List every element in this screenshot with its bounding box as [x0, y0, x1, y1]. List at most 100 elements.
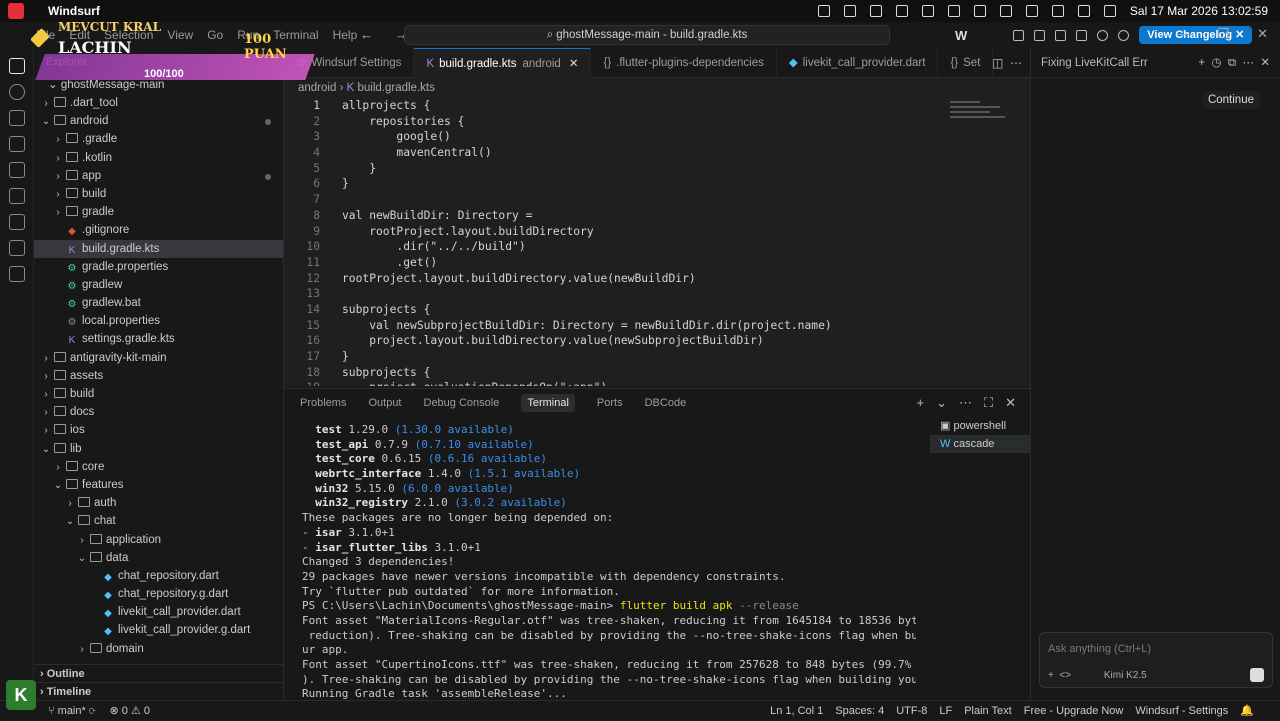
add-context-icon[interactable]: + [1048, 670, 1054, 681]
more-actions-icon[interactable]: ⋯ [1242, 57, 1254, 69]
outline-section[interactable]: › Outline [34, 664, 284, 682]
tree-folder[interactable]: › ios [34, 421, 283, 439]
editor-tab[interactable]: Kbuild.gradle.kts android ✕ [414, 48, 592, 78]
microphone-icon[interactable] [869, 5, 882, 17]
cloud-icon[interactable] [817, 5, 830, 17]
more-actions-icon[interactable]: ⋯ [959, 395, 972, 411]
conversation-title[interactable]: Fixing LiveKitCall Err [1041, 57, 1148, 69]
tree-folder[interactable]: › assets [34, 367, 283, 385]
menu-item-help[interactable]: Help [333, 28, 358, 42]
send-icon[interactable] [1250, 668, 1264, 682]
tree-file[interactable]: ⚙ local.properties [34, 312, 283, 330]
bluetooth-icon[interactable] [895, 5, 908, 17]
cursor-position[interactable]: Ln 1, Col 1 [770, 701, 823, 721]
tree-file[interactable]: ◆ .gitignore [34, 221, 283, 239]
branch-status[interactable]: ⑂ main* ⟳ [48, 701, 95, 721]
extensions-icon[interactable] [8, 136, 25, 152]
tree-file[interactable]: ⚙ gradlew.bat [34, 294, 283, 312]
menu-item-view[interactable]: View [167, 28, 193, 42]
panel-tab-ports[interactable]: Ports [597, 397, 623, 409]
code-icon[interactable]: <> [1059, 670, 1071, 681]
tree-file[interactable]: ◆ chat_repository.g.dart [34, 585, 283, 603]
database-icon[interactable] [8, 266, 25, 282]
explorer-icon[interactable] [8, 58, 25, 74]
tree-folder[interactable]: › docs [34, 403, 283, 421]
menu-item-file[interactable]: File [36, 28, 55, 42]
tree-folder[interactable]: › .gradle [34, 130, 283, 148]
encoding[interactable]: UTF-8 [896, 701, 927, 721]
menu-item-terminal[interactable]: Terminal [273, 28, 318, 42]
close-icon[interactable]: ✕ [1260, 57, 1270, 69]
layout-icon[interactable] [1076, 29, 1088, 41]
close-tab-icon[interactable]: ✕ [569, 58, 579, 70]
close-panel-icon[interactable]: ✕ [1005, 395, 1016, 411]
terminal-dropdown-icon[interactable]: ⌄ [936, 395, 947, 411]
search-icon[interactable] [8, 84, 25, 100]
tree-file[interactable]: ◆ livekit_call_provider.g.dart [34, 621, 283, 639]
problems-status[interactable]: ⊗ 0 ⚠ 0 [109, 701, 150, 721]
terminal-instance-cascade[interactable]: W cascade [930, 435, 1030, 453]
editor-tab[interactable]: {} .flutter-plugins-dependencies [591, 48, 777, 78]
tree-folder[interactable]: › .dart_tool [34, 94, 283, 112]
tree-folder[interactable]: › build [34, 385, 283, 403]
tree-folder[interactable]: › auth [34, 494, 283, 512]
tree-folder[interactable]: › application [34, 531, 283, 549]
run-debug-icon[interactable] [8, 162, 25, 178]
tree-folder[interactable]: › .kotlin [34, 149, 283, 167]
source-control-icon[interactable] [8, 110, 25, 126]
upgrade-link[interactable]: Free - Upgrade Now [1024, 701, 1124, 721]
tree-folder[interactable]: › antigravity-kit-main [34, 349, 283, 367]
panel-tab-dbcode[interactable]: DBCode [645, 397, 687, 409]
tree-folder[interactable]: ⌄ chat [34, 512, 283, 530]
share-icon[interactable] [843, 5, 856, 17]
terminal-output[interactable]: test 1.29.0 (1.30.0 available) test_api … [302, 423, 916, 703]
more-actions-icon[interactable]: ⋯ [1010, 56, 1022, 70]
tree-file[interactable]: Kbuild.gradle.kts [34, 239, 283, 258]
tree-folder[interactable]: ⌄ features [34, 476, 283, 494]
toggle-secondary-sidebar-icon[interactable] [1055, 29, 1067, 41]
maximize-panel-icon[interactable]: ⛶ [984, 395, 993, 411]
tree-file[interactable]: ⚙ gradle.properties [34, 258, 283, 276]
tree-folder[interactable]: › build [34, 185, 283, 203]
windsurf-settings-link[interactable]: Windsurf - Settings [1135, 701, 1228, 721]
tree-folder[interactable]: ⌄ lib [34, 440, 283, 458]
editor-tab[interactable]: ⚙ Windsurf Settings [284, 48, 415, 78]
t-app-icon[interactable] [1051, 5, 1064, 17]
minimap[interactable] [950, 98, 1020, 134]
toggle-panel-icon[interactable] [1034, 29, 1046, 41]
command-center[interactable]: ⌕ ghostMessage-main - build.gradle.kts [404, 25, 890, 45]
panel-tab-debug-console[interactable]: Debug Console [424, 397, 500, 409]
ask-input[interactable]: Ask anything (Ctrl+L) [1048, 643, 1151, 655]
split-editor-icon[interactable]: ◫ [992, 56, 1003, 70]
remote-explorer-icon[interactable] [8, 188, 25, 204]
panel-tab-output[interactable]: Output [368, 397, 401, 409]
model-selector[interactable]: Kimi K2.5 [1104, 670, 1147, 681]
tree-folder[interactable]: › gradle [34, 203, 283, 221]
breadcrumb-file[interactable]: build.gradle.kts [357, 82, 434, 94]
language-mode[interactable]: Plain Text [964, 701, 1012, 721]
eject-icon[interactable] [1025, 5, 1038, 17]
menu-item-go[interactable]: Go [207, 28, 223, 42]
new-terminal-icon[interactable]: + [916, 395, 924, 411]
display-icon[interactable] [947, 5, 960, 17]
notifications-icon[interactable]: 🔔 [1240, 701, 1254, 721]
toggle-sidebar-icon[interactable] [1013, 29, 1025, 41]
tree-file[interactable]: Ksettings.gradle.kts [34, 330, 283, 348]
menu-icon[interactable] [1103, 5, 1116, 17]
menu-item-edit[interactable]: Edit [69, 28, 90, 42]
terminal-instance-powershell[interactable]: ▣ powershell [930, 417, 1030, 435]
extensions-grid-icon[interactable] [8, 214, 25, 230]
wifi-icon[interactable] [921, 5, 934, 17]
search-icon[interactable] [1077, 5, 1090, 17]
tree-file[interactable]: ◆ chat_repository.dart [34, 567, 283, 585]
back-arrow-icon[interactable]: ← [360, 27, 373, 42]
windsurf-icon[interactable]: W [955, 28, 967, 43]
tree-file[interactable]: ⚙ gradlew [34, 276, 283, 294]
line-ending[interactable]: LF [939, 701, 952, 721]
minimize-icon[interactable]: — [1176, 26, 1189, 42]
editor-tab[interactable]: {} Set [938, 48, 994, 78]
open-icon[interactable]: ⧉ [1228, 57, 1236, 69]
ask-input-box[interactable]: Ask anything (Ctrl+L) + <> Kimi K2.5 [1039, 632, 1273, 688]
timeline-section[interactable]: › Timeline [34, 682, 284, 700]
volume-icon[interactable] [999, 5, 1012, 17]
